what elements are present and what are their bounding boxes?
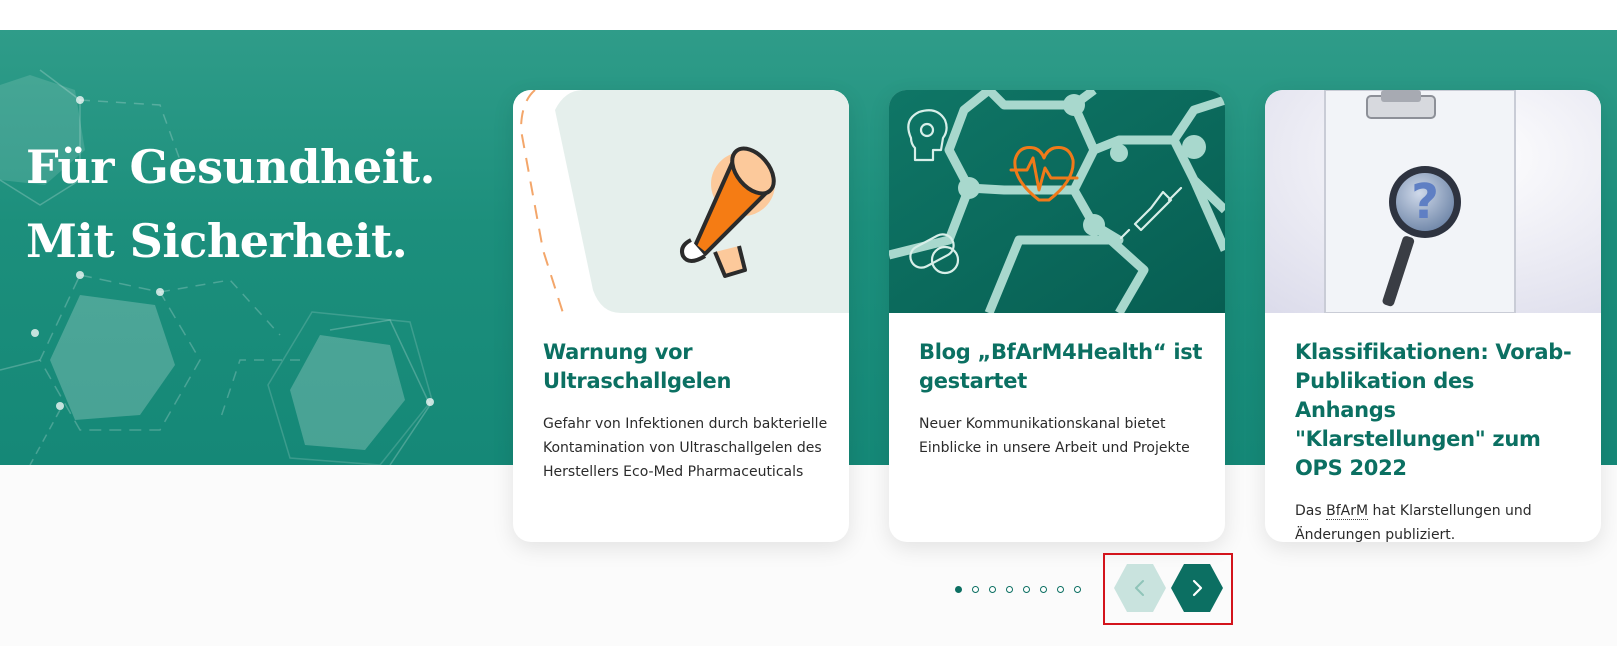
news-card-klassifikationen[interactable]: ? Klassifikationen: Vorab-Publikation de… — [1265, 90, 1601, 542]
news-card-ultrasound-gel[interactable]: Warnung vor Ultraschallgelen Gefahr von … — [513, 90, 849, 542]
card-title[interactable]: Blog „BfArM4Health“ ist gestartet — [919, 338, 1205, 396]
card-description: Das BfArM hat Klarstellungen und Änderun… — [1295, 499, 1581, 542]
card-image — [889, 90, 1225, 313]
card-image: ? — [1265, 90, 1601, 313]
carousel-dot-2[interactable] — [972, 585, 979, 593]
bfarm-abbreviation[interactable]: BfArM — [1326, 503, 1369, 520]
carousel-dot-5[interactable] — [1023, 585, 1030, 593]
card-title[interactable]: Klassifikationen: Vorab-Publikation des … — [1295, 338, 1581, 483]
carousel-dot-8[interactable] — [1074, 585, 1081, 593]
svg-text:?: ? — [1411, 174, 1439, 230]
hero-title-line-2: Mit Sicherheit. — [26, 214, 408, 268]
carousel-dot-3[interactable] — [989, 585, 996, 593]
news-card-blog-bfarm4health[interactable]: Blog „BfArM4Health“ ist gestartet Neuer … — [889, 90, 1225, 542]
hero-title: Für Gesundheit. Mit Sicherheit. — [26, 130, 436, 278]
carousel-next-button[interactable] — [1170, 563, 1224, 613]
card-title[interactable]: Warnung vor Ultraschallgelen — [543, 338, 829, 396]
carousel-prev-button[interactable] — [1113, 563, 1167, 613]
card-description: Neuer Kommunikationskanal bietet Einblic… — [919, 416, 1190, 456]
carousel-dot-4[interactable] — [1006, 585, 1013, 593]
top-strip — [0, 0, 1617, 30]
card-description-prefix: Das — [1295, 503, 1327, 519]
hero-title-line-1: Für Gesundheit. — [26, 140, 436, 194]
card-body: Klassifikationen: Vorab-Publikation des … — [1295, 338, 1581, 542]
card-body: Warnung vor Ultraschallgelen Gefahr von … — [543, 338, 829, 484]
card-body: Blog „BfArM4Health“ ist gestartet Neuer … — [919, 338, 1205, 460]
card-image — [513, 90, 849, 313]
carousel-dot-7[interactable] — [1057, 585, 1064, 593]
health-hexagon-network-icon — [889, 90, 1225, 313]
clipboard-magnifier-icon: ? — [1265, 90, 1601, 313]
carousel-dot-6[interactable] — [1040, 585, 1047, 593]
carousel-pagination — [955, 583, 1081, 595]
carousel-dot-1[interactable] — [955, 585, 962, 593]
megaphone-icon — [513, 90, 849, 313]
card-description: Gefahr von Infektionen durch bakterielle… — [543, 416, 828, 480]
